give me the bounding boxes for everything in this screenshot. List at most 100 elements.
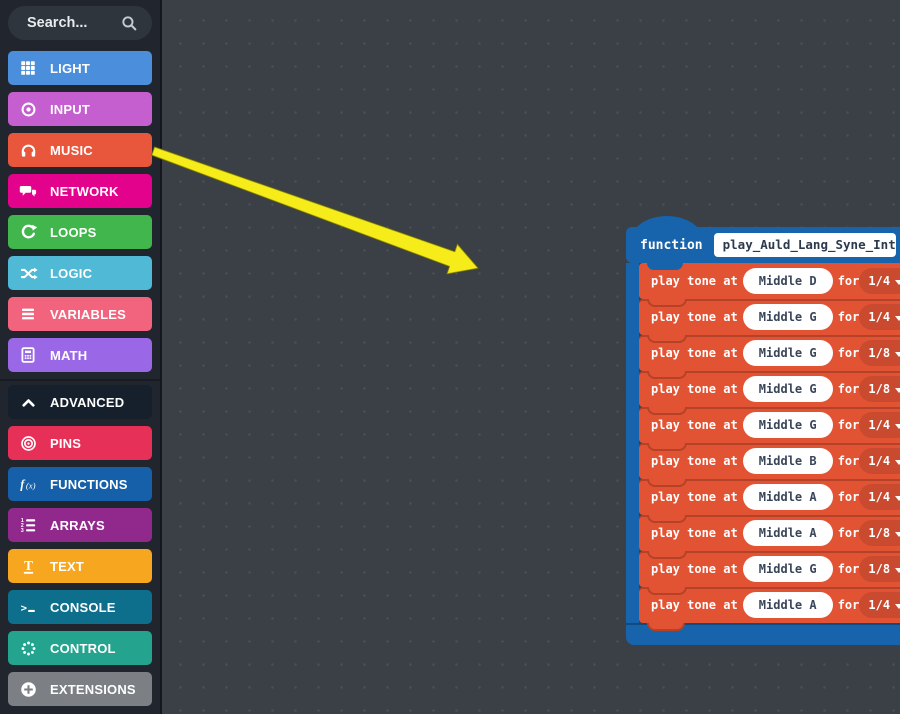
block-label: for bbox=[838, 382, 860, 396]
sidebar-item-advanced[interactable]: ADVANCED bbox=[8, 385, 152, 419]
fx-icon: f(x) bbox=[17, 473, 39, 495]
toolbox-sidebar: LIGHT INPUT MUSIC NETWORK LOOPS LOGIC bbox=[0, 0, 162, 714]
sidebar-item-arrays[interactable]: 123 ARRAYS bbox=[8, 508, 152, 542]
note-field[interactable]: Middle G bbox=[743, 556, 833, 582]
function-bottom-bar bbox=[626, 623, 900, 645]
sidebar-item-label: MUSIC bbox=[50, 143, 93, 158]
block-label: for bbox=[838, 490, 860, 504]
block-tab bbox=[647, 371, 687, 379]
sidebar-item-math[interactable]: MATH bbox=[8, 338, 152, 372]
block-label: play tone at bbox=[651, 454, 738, 468]
block-label: for bbox=[838, 274, 860, 288]
function-left-strip bbox=[626, 263, 639, 623]
search-icon bbox=[120, 14, 139, 33]
duration-dropdown[interactable]: 1/8 beat bbox=[859, 556, 900, 582]
sidebar-item-loops[interactable]: LOOPS bbox=[8, 215, 152, 249]
play-tone-block[interactable]: play tone at Middle G for 1/4 beat bbox=[639, 299, 900, 335]
numbered-list-icon: 123 bbox=[17, 514, 39, 536]
duration-dropdown[interactable]: 1/8 beat bbox=[859, 520, 900, 546]
sidebar-item-music[interactable]: MUSIC bbox=[8, 133, 152, 167]
play-tone-block[interactable]: play tone at Middle G for 1/8 beat bbox=[639, 335, 900, 371]
block-label: play tone at bbox=[651, 274, 738, 288]
play-tone-block[interactable]: play tone at Middle A for 1/4 beat bbox=[639, 587, 900, 623]
block-label: play tone at bbox=[651, 490, 738, 504]
block-tab bbox=[647, 551, 687, 559]
search-input[interactable] bbox=[25, 14, 120, 32]
block-label: play tone at bbox=[651, 598, 738, 612]
sidebar-item-label: INPUT bbox=[50, 102, 90, 117]
target-dot-icon bbox=[17, 98, 39, 120]
duration-dropdown[interactable]: 1/4 beat bbox=[859, 268, 900, 294]
duration-value: 1/8 bbox=[868, 346, 890, 360]
chevron-down-icon bbox=[895, 316, 900, 321]
play-tone-block[interactable]: play tone at Middle A for 1/8 beat bbox=[639, 515, 900, 551]
note-field[interactable]: Middle A bbox=[743, 520, 833, 546]
note-field[interactable]: Middle G bbox=[743, 340, 833, 366]
function-header[interactable]: function play_Auld_Lang_Syne_Intro bbox=[626, 227, 900, 263]
duration-dropdown[interactable]: 1/4 beat bbox=[859, 484, 900, 510]
play-tone-block[interactable]: play tone at Middle G for 1/8 beat bbox=[639, 551, 900, 587]
note-field[interactable]: Middle D bbox=[743, 268, 833, 294]
play-tone-block[interactable]: play tone at Middle G for 1/4 beat bbox=[639, 407, 900, 443]
svg-text:T: T bbox=[24, 558, 33, 573]
sidebar-item-input[interactable]: INPUT bbox=[8, 92, 152, 126]
sidebar-item-text[interactable]: T TEXT bbox=[8, 549, 152, 583]
sidebar-item-label: PINS bbox=[50, 436, 81, 451]
concentric-circles-icon bbox=[17, 432, 39, 454]
play-tone-block[interactable]: play tone at Middle G for 1/8 beat bbox=[639, 371, 900, 407]
duration-dropdown[interactable]: 1/4 beat bbox=[859, 448, 900, 474]
duration-dropdown[interactable]: 1/8 beat bbox=[859, 376, 900, 402]
duration-value: 1/4 bbox=[868, 454, 890, 468]
chevron-up-icon bbox=[17, 391, 39, 413]
duration-dropdown[interactable]: 1/4 beat bbox=[859, 592, 900, 618]
chevron-down-icon bbox=[895, 568, 900, 573]
play-tone-block[interactable]: play tone at Middle D for 1/4 beat bbox=[639, 263, 900, 299]
sidebar-item-network[interactable]: NETWORK bbox=[8, 174, 152, 208]
function-block[interactable]: function play_Auld_Lang_Syne_Intro play … bbox=[626, 227, 900, 645]
sidebar-item-pins[interactable]: PINS bbox=[8, 426, 152, 460]
block-label: for bbox=[838, 454, 860, 468]
duration-value: 1/4 bbox=[868, 310, 890, 324]
duration-dropdown[interactable]: 1/4 beat bbox=[859, 412, 900, 438]
search-box[interactable] bbox=[8, 6, 152, 40]
note-field[interactable]: Middle G bbox=[743, 376, 833, 402]
block-label: play tone at bbox=[651, 310, 738, 324]
sidebar-item-label: CONTROL bbox=[50, 641, 116, 656]
chevron-down-icon bbox=[895, 280, 900, 285]
sidebar-item-control[interactable]: CONTROL bbox=[8, 631, 152, 665]
note-field[interactable]: Middle G bbox=[743, 304, 833, 330]
duration-dropdown[interactable]: 1/4 beat bbox=[859, 304, 900, 330]
sidebar-item-light[interactable]: LIGHT bbox=[8, 51, 152, 85]
refresh-icon bbox=[17, 221, 39, 243]
play-tone-block[interactable]: play tone at Middle A for 1/4 beat bbox=[639, 479, 900, 515]
chat-bubbles-icon bbox=[17, 180, 39, 202]
block-label: for bbox=[838, 418, 860, 432]
duration-value: 1/4 bbox=[868, 490, 890, 504]
sidebar-item-console[interactable]: > CONSOLE bbox=[8, 590, 152, 624]
headphones-icon bbox=[17, 139, 39, 161]
sidebar-divider bbox=[0, 379, 160, 381]
sidebar-item-logic[interactable]: LOGIC bbox=[8, 256, 152, 290]
sidebar-item-functions[interactable]: f(x) FUNCTIONS bbox=[8, 467, 152, 501]
sidebar-item-variables[interactable]: VARIABLES bbox=[8, 297, 152, 331]
duration-dropdown[interactable]: 1/8 beat bbox=[859, 340, 900, 366]
block-label: for bbox=[838, 562, 860, 576]
note-field[interactable]: Middle B bbox=[743, 448, 833, 474]
chevron-down-icon bbox=[895, 352, 900, 357]
note-field[interactable]: Middle G bbox=[743, 412, 833, 438]
duration-value: 1/4 bbox=[868, 418, 890, 432]
play-tone-block[interactable]: play tone at Middle B for 1/4 beat bbox=[639, 443, 900, 479]
function-name-field[interactable]: play_Auld_Lang_Syne_Intro bbox=[714, 233, 896, 257]
sidebar-item-label: LIGHT bbox=[50, 61, 90, 76]
block-label: play tone at bbox=[651, 526, 738, 540]
block-tab bbox=[647, 515, 687, 523]
chevron-down-icon bbox=[895, 460, 900, 465]
note-field[interactable]: Middle A bbox=[743, 592, 833, 618]
block-label: play tone at bbox=[651, 346, 738, 360]
text-icon: T bbox=[17, 555, 39, 577]
sidebar-item-extensions[interactable]: EXTENSIONS bbox=[8, 672, 152, 706]
note-field[interactable]: Middle A bbox=[743, 484, 833, 510]
statement-stack: play tone at Middle D for 1/4 beat play … bbox=[639, 263, 900, 623]
workspace-canvas[interactable]: function play_Auld_Lang_Syne_Intro play … bbox=[162, 0, 900, 714]
sidebar-item-label: LOOPS bbox=[50, 225, 97, 240]
